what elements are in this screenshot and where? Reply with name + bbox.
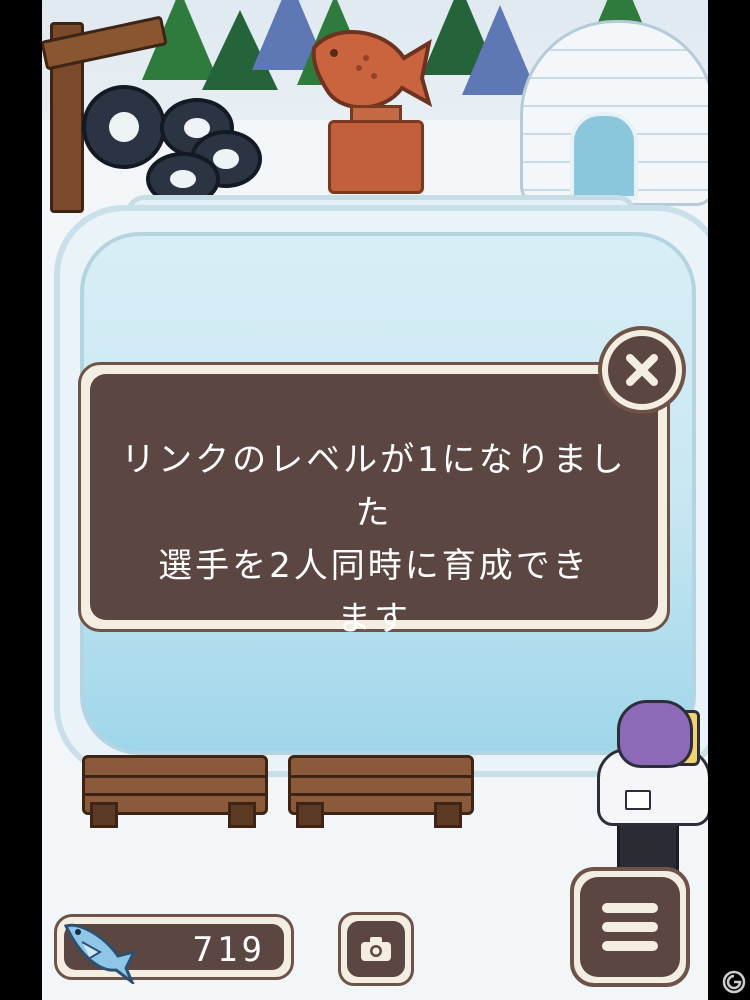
watermark-logo-icon xyxy=(722,970,746,994)
bench-leg xyxy=(296,802,324,828)
menu-button[interactable] xyxy=(570,867,690,987)
message-text: リンクのレベルが1になりました 選手を2人同時に育成でき ます xyxy=(118,434,630,646)
camera-button[interactable] xyxy=(338,912,414,986)
message-line: 選手を2人同時に育成でき xyxy=(158,546,590,586)
igloo-door xyxy=(570,112,638,200)
fish-statue-icon xyxy=(311,30,433,110)
bench-leg xyxy=(228,802,256,828)
currency-value: 719 xyxy=(192,930,266,970)
menu-line xyxy=(602,941,658,951)
hamburger-menu-icon xyxy=(580,877,680,977)
message-line: リンクのレベルが1になりました xyxy=(121,440,627,533)
close-button[interactable] xyxy=(598,326,686,414)
message-panel: リンクのレベルが1になりました 選手を2人同時に育成でき ます xyxy=(90,374,658,639)
bench-leg xyxy=(434,802,462,828)
id-badge-icon xyxy=(625,790,651,810)
fish-icon xyxy=(63,923,137,984)
tire-icon xyxy=(82,85,166,169)
message-line: ます xyxy=(337,599,411,639)
bench-leg xyxy=(90,802,118,828)
menu-line xyxy=(602,922,658,932)
close-x-icon xyxy=(608,336,676,404)
statue-pedestal xyxy=(328,120,424,194)
camera-icon xyxy=(347,921,405,977)
menu-line xyxy=(602,903,658,913)
bear-head-icon xyxy=(617,700,693,768)
message-dialog: リンクのレベルが1になりました 選手を2人同時に育成でき ます xyxy=(78,362,670,639)
